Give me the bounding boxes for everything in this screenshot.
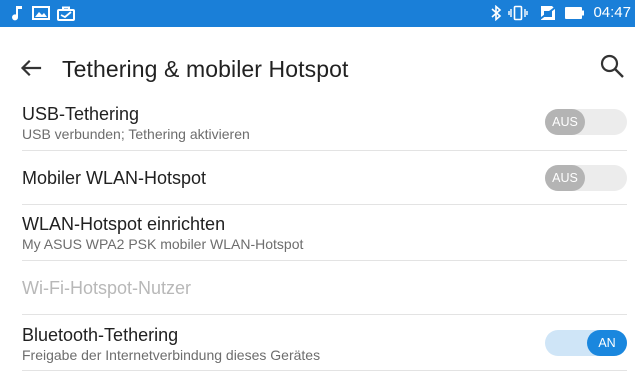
briefcase-icon	[56, 4, 76, 22]
hotspot-setup-title: WLAN-Hotspot einrichten	[22, 214, 226, 234]
no-sim-icon	[538, 4, 558, 22]
wlan-hotspot-title: Mobiler WLAN-Hotspot	[22, 168, 207, 188]
back-arrow-icon[interactable]	[16, 53, 46, 83]
bluetooth-tethering-title: Bluetooth-Tethering	[22, 325, 179, 345]
gallery-icon	[31, 4, 51, 22]
wlan-hotspot-toggle[interactable]: AUS	[545, 165, 627, 191]
bluetooth-icon	[489, 4, 503, 22]
toggle-label: AN	[587, 330, 627, 356]
usb-tethering-title: USB-Tethering	[22, 104, 140, 124]
usb-tethering-summary: USB verbunden; Tethering aktivieren	[22, 126, 250, 142]
status-bar: 04:47	[0, 0, 635, 27]
search-icon[interactable]	[597, 51, 627, 81]
bluetooth-tethering-toggle[interactable]: AN	[545, 330, 627, 356]
divider	[22, 370, 627, 371]
usb-tethering-row[interactable]: USB-Tethering USB verbunden; Tethering a…	[0, 95, 635, 151]
toggle-label: AUS	[545, 165, 585, 191]
hotspot-users-title: Wi-Fi-Hotspot-Nutzer	[22, 278, 192, 298]
page-title: Tethering & mobiler Hotspot	[62, 56, 349, 82]
hotspot-setup-summary: My ASUS WPA2 PSK mobiler WLAN-Hotspot	[22, 236, 304, 252]
battery-icon	[564, 4, 584, 22]
bluetooth-tethering-summary: Freigabe der Internetverbindung dieses G…	[22, 347, 321, 363]
hotspot-setup-row[interactable]: WLAN-Hotspot einrichten My ASUS WPA2 PSK…	[0, 205, 635, 261]
vibrate-icon	[508, 4, 528, 22]
usb-tethering-toggle[interactable]: AUS	[545, 109, 627, 135]
wlan-hotspot-row[interactable]: Mobiler WLAN-Hotspot AUS	[0, 151, 635, 205]
bluetooth-tethering-row[interactable]: Bluetooth-Tethering Freigabe der Interne…	[0, 315, 635, 371]
music-note-icon	[10, 4, 24, 22]
toggle-label: AUS	[545, 109, 585, 135]
hotspot-users-row: Wi-Fi-Hotspot-Nutzer	[0, 261, 635, 315]
status-time: 04:47	[593, 4, 631, 21]
